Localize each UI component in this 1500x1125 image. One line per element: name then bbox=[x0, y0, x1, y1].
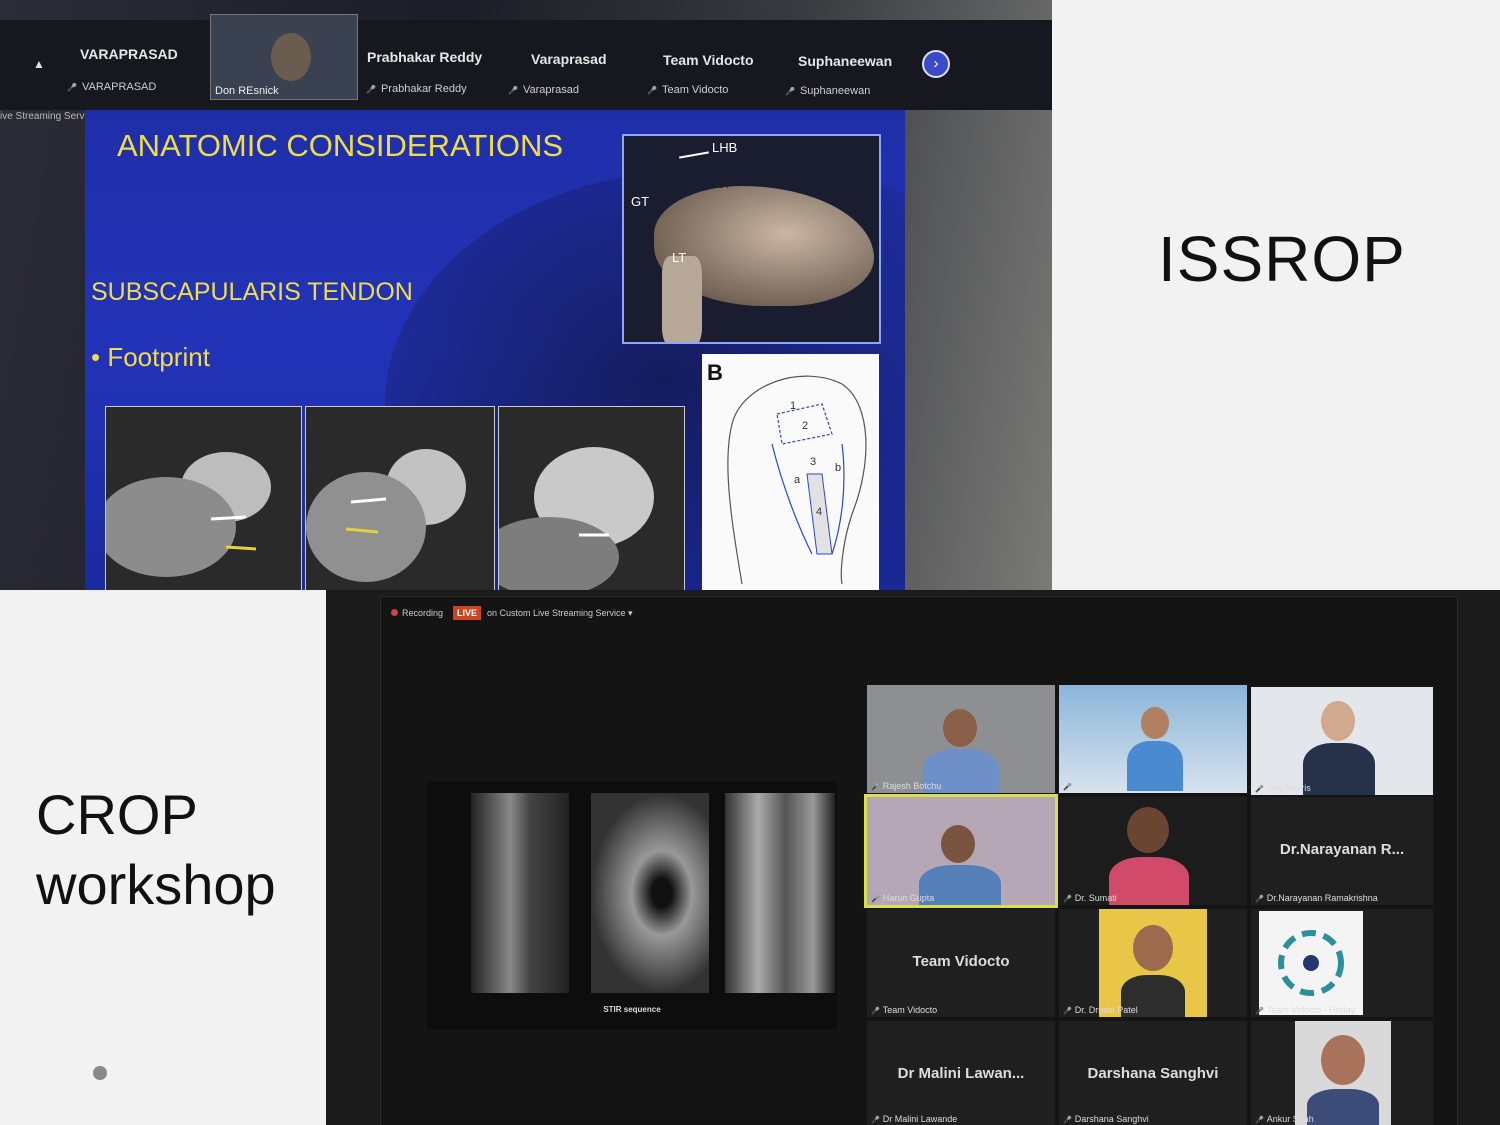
participant-video bbox=[1321, 701, 1355, 741]
diagram-number: 4 bbox=[816, 506, 823, 518]
video-tile[interactable]: Amit Janu bbox=[1059, 685, 1247, 793]
tile-name: Darshana Sanghvi bbox=[1087, 1065, 1219, 1082]
recording-label: Recording bbox=[402, 608, 444, 618]
tile-label: Amit Janu bbox=[1063, 781, 1115, 791]
participant-video bbox=[1127, 807, 1169, 853]
participant-name[interactable]: Team Vidocto bbox=[663, 52, 754, 68]
tile-label: Team Vidocto - Hriday bbox=[1255, 1005, 1355, 1015]
label-lhb: LHB bbox=[712, 140, 738, 155]
mouse-cursor-icon: ▲ bbox=[33, 57, 45, 71]
video-tile[interactable]: Ankur Shah bbox=[1251, 1021, 1433, 1125]
tile-label: Guy Morris bbox=[1255, 783, 1311, 793]
tile-label: Dr.Narayanan Ramakrishna bbox=[1255, 893, 1378, 903]
diagram-number: 2 bbox=[802, 420, 809, 432]
team-logo bbox=[1259, 911, 1363, 1015]
anatomy-photo: LHB GT CP LT bbox=[622, 134, 881, 344]
participant-label: Varaprasad bbox=[508, 84, 579, 96]
video-tile[interactable]: Team Vidocto - Hriday bbox=[1251, 909, 1433, 1017]
label-cp: CP bbox=[716, 176, 735, 191]
participant-name[interactable]: Varaprasad bbox=[531, 51, 607, 67]
tile-label: Dr. Drushi Patel bbox=[1063, 1005, 1138, 1015]
tile-label: Team Vidocto bbox=[871, 1005, 937, 1015]
share-caption: STIR sequence bbox=[603, 1005, 661, 1014]
participant-video bbox=[1321, 1035, 1365, 1085]
next-page-chevron-right-icon[interactable]: › bbox=[922, 50, 950, 78]
participant-strip bbox=[0, 20, 1052, 110]
diagram-label: B bbox=[707, 360, 723, 385]
diagram-number: 3 bbox=[810, 456, 817, 468]
mri-image bbox=[471, 793, 569, 993]
participant-video bbox=[943, 709, 977, 747]
mri-image bbox=[591, 793, 709, 993]
shared-screen: STIR sequence bbox=[427, 781, 837, 1029]
participant-video bbox=[941, 825, 975, 863]
humerus-shaft bbox=[662, 256, 702, 342]
video-tile[interactable]: Team Vidocto Team Vidocto bbox=[867, 909, 1055, 1017]
slide-title: ANATOMIC CONSIDERATIONS bbox=[117, 128, 564, 163]
mri-image bbox=[105, 406, 302, 590]
label-lt: LT bbox=[672, 250, 687, 265]
bullet-dot bbox=[93, 1066, 107, 1080]
participant-video bbox=[1127, 741, 1183, 791]
tile-name: Team Vidocto bbox=[912, 953, 1010, 970]
tile-label: Dr Malini Lawande bbox=[871, 1114, 958, 1124]
participant-video bbox=[1307, 1089, 1379, 1125]
issrop-meeting-photo: ▲ VARAPRASAD VARAPRASAD Don REsnick Prab… bbox=[0, 0, 1052, 590]
participant-label: VARAPRASAD bbox=[67, 81, 156, 93]
crop-workshop-photo: Recording LIVE on Custom Live Streaming … bbox=[326, 590, 1500, 1125]
live-stream-dropdown[interactable]: on Custom Live Streaming Service ▾ bbox=[487, 608, 633, 619]
crop-caption-line: CROP bbox=[36, 783, 198, 846]
participant-video bbox=[1141, 707, 1169, 739]
participant-label: Prabhakar Reddy bbox=[366, 83, 467, 95]
video-tile[interactable]: Dr. Sumati bbox=[1059, 797, 1247, 905]
tile-label: Harun Gupta bbox=[871, 893, 935, 903]
mri-image bbox=[305, 406, 495, 590]
participant-video bbox=[271, 33, 311, 81]
shared-slide: ANATOMIC CONSIDERATIONS SUBSCAPULARIS TE… bbox=[85, 110, 905, 590]
slide-subtitle: SUBSCAPULARIS TENDON bbox=[91, 278, 413, 306]
live-badge[interactable]: LIVE bbox=[453, 606, 482, 620]
video-tile[interactable]: Dr Malini Lawan... Dr Malini Lawande bbox=[867, 1021, 1055, 1125]
video-tile[interactable]: Dr. Drushi Patel bbox=[1059, 909, 1247, 1017]
video-tile[interactable]: Guy Morris bbox=[1251, 687, 1433, 795]
participant-video bbox=[1303, 743, 1375, 795]
record-dot-icon bbox=[391, 609, 398, 616]
label-gt: GT bbox=[631, 194, 650, 209]
video-tile[interactable]: Darshana Sanghvi Darshana Sanghvi bbox=[1059, 1021, 1247, 1125]
tile-name: Dr Malini Lawan... bbox=[897, 1065, 1025, 1082]
participant-name[interactable]: Suphaneewan bbox=[798, 53, 892, 69]
tile-label: Darshana Sanghvi bbox=[1063, 1114, 1149, 1124]
participant-video-tile[interactable]: Don REsnick bbox=[210, 14, 358, 100]
participant-video bbox=[1133, 925, 1173, 971]
participant-name[interactable]: Prabhakar Reddy bbox=[367, 49, 482, 65]
recording-indicator[interactable]: Recording bbox=[391, 608, 443, 618]
video-tile[interactable]: Dr.Narayanan R... Dr.Narayanan Ramakrish… bbox=[1251, 797, 1433, 905]
participant-label: Suphaneewan bbox=[785, 85, 870, 97]
video-tile-active-speaker[interactable]: Harun Gupta bbox=[864, 794, 1058, 908]
mri-image bbox=[498, 406, 685, 590]
tile-label: Rajesh Botchu bbox=[871, 781, 942, 791]
mri-image bbox=[725, 793, 835, 993]
issrop-caption: ISSROP bbox=[1158, 223, 1406, 295]
participant-label: Team Vidocto bbox=[647, 84, 728, 96]
footprint-diagram: B 1 2 3 4 a b bbox=[702, 354, 879, 590]
participant-name[interactable]: VARAPRASAD bbox=[80, 46, 178, 62]
meeting-window: Recording LIVE on Custom Live Streaming … bbox=[380, 596, 1458, 1125]
slide-bullet: • Footprint bbox=[91, 342, 210, 372]
arrow-line bbox=[679, 151, 709, 159]
tile-label: Dr. Sumati bbox=[1063, 893, 1117, 903]
crop-caption: CROP workshop bbox=[36, 780, 276, 920]
participant-label: Don REsnick bbox=[215, 85, 279, 97]
diagram-letter: a bbox=[794, 474, 801, 486]
video-tile[interactable]: Rajesh Botchu bbox=[867, 685, 1055, 793]
participant-video bbox=[1109, 857, 1189, 905]
crop-caption-line: workshop bbox=[36, 853, 276, 916]
tile-label: Ankur Shah bbox=[1255, 1114, 1314, 1124]
diagram-letter: b bbox=[835, 462, 842, 474]
diagram-number: 1 bbox=[790, 400, 797, 412]
tile-name: Dr.Narayanan R... bbox=[1279, 841, 1405, 858]
